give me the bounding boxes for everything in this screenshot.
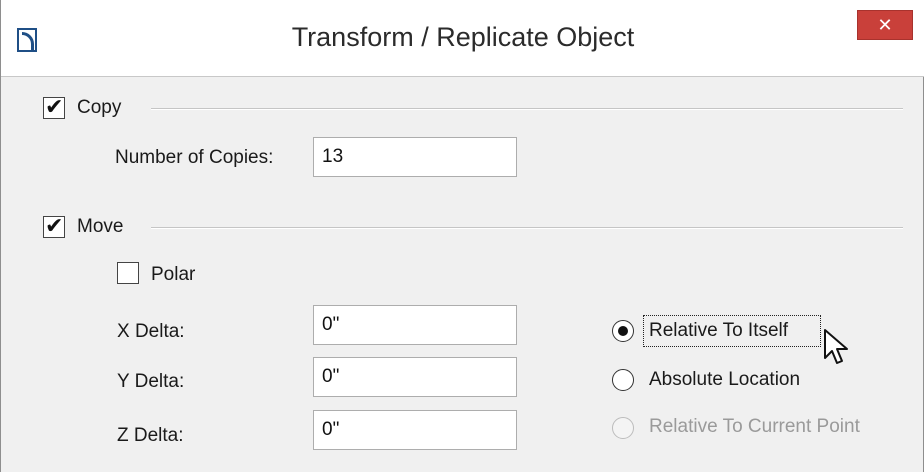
y-delta-input[interactable]: 0"	[313, 357, 517, 397]
polar-label: Polar	[151, 264, 196, 285]
copy-label: Copy	[77, 97, 122, 118]
dialog-content: ✔ Copy Number of Copies: 13 ✔ Move Polar…	[1, 77, 924, 472]
x-delta-input[interactable]: 0"	[313, 305, 517, 345]
move-label: Move	[77, 216, 124, 237]
relative-to-current-point-label: Relative To Current Point	[649, 416, 860, 437]
relative-to-current-point-radio	[612, 417, 634, 439]
checkmark-icon: ✔	[45, 94, 64, 119]
copies-label: Number of Copies:	[115, 147, 274, 168]
z-delta-label: Z Delta:	[117, 425, 184, 446]
copy-checkbox[interactable]: ✔	[43, 94, 65, 119]
x-delta-label: X Delta:	[117, 321, 185, 342]
absolute-location-radio[interactable]	[612, 369, 634, 391]
z-delta-input[interactable]: 0"	[313, 410, 517, 450]
checkmark-icon: ✔	[45, 213, 64, 238]
dialog-window: Transform / Replicate Object ✕ ✔ Copy Nu…	[0, 0, 924, 472]
polar-checkbox[interactable]	[117, 262, 139, 284]
copies-input[interactable]: 13	[313, 137, 517, 177]
mouse-pointer-icon	[824, 329, 848, 364]
move-separator	[151, 227, 903, 229]
title-bar[interactable]: Transform / Replicate Object ✕	[1, 0, 924, 77]
relative-to-itself-label[interactable]: Relative To Itself	[649, 320, 788, 342]
move-checkbox[interactable]: ✔	[43, 213, 65, 238]
absolute-location-label[interactable]: Absolute Location	[649, 369, 800, 391]
copy-separator	[151, 108, 903, 110]
y-delta-label: Y Delta:	[117, 371, 185, 392]
relative-to-itself-radio[interactable]	[612, 320, 634, 342]
dialog-title: Transform / Replicate Object	[291, 22, 635, 52]
close-button[interactable]: ✕	[857, 10, 913, 40]
